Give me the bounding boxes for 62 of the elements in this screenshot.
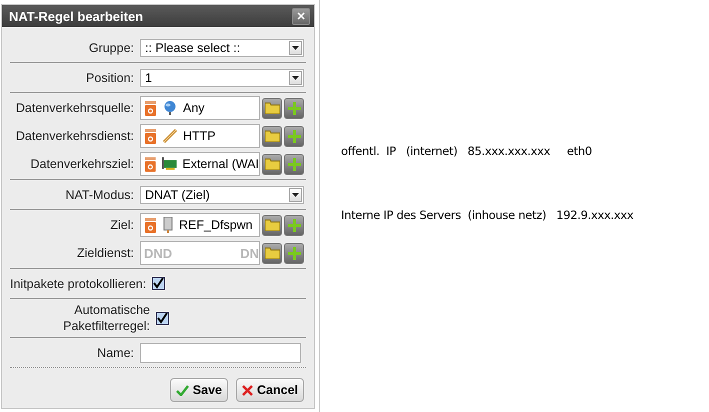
- object-field[interactable]: Any: [140, 96, 260, 120]
- field-label: Datenverkehrsdienst:: [14, 128, 135, 144]
- plus-icon: [288, 158, 300, 170]
- annotation-text: offentl. IP (internet) 85.xxx.xxx.xxx eth0: [341, 144, 593, 158]
- server-icon: [162, 217, 174, 233]
- object-name: Any: [183, 101, 205, 115]
- folder-icon: [264, 158, 280, 170]
- plus-icon: [288, 218, 300, 232]
- add-button[interactable]: [284, 214, 304, 236]
- trash-icon[interactable]: [144, 100, 157, 116]
- field-label: Zieldienst:: [76, 245, 135, 261]
- input-field[interactable]: [140, 342, 301, 362]
- add-button[interactable]: [284, 126, 304, 146]
- folder-icon: [264, 247, 280, 259]
- field-label: Datenverkehrsziel:: [29, 156, 135, 172]
- folder-icon: [264, 102, 280, 114]
- field-label: Ziel:: [109, 217, 135, 233]
- object-field[interactable]: External (WAI: [140, 152, 260, 176]
- object-field[interactable]: HTTP: [140, 124, 260, 148]
- add-button[interactable]: [284, 242, 304, 264]
- folder-button[interactable]: [262, 154, 282, 174]
- object-name: REF_Dfspwn: [179, 218, 253, 232]
- dropdown[interactable]: :: Please select ::: [140, 38, 304, 56]
- checkbox[interactable]: [156, 312, 169, 324]
- dropdown[interactable]: DNAT (Ziel): [140, 186, 304, 204]
- add-button[interactable]: [284, 98, 304, 118]
- folder-button[interactable]: [262, 242, 282, 264]
- checkbox[interactable]: [152, 277, 166, 290]
- folder-button[interactable]: [262, 126, 282, 146]
- annotation-text: Interne IP des Servers (inhouse netz) 192.9.xxx.xxx: [341, 208, 634, 222]
- field-label: Position:: [85, 70, 135, 86]
- add-button[interactable]: [284, 154, 304, 174]
- field-label: Datenverkehrsquelle:: [14, 100, 135, 116]
- object-field[interactable]: REF_Dfspwn: [140, 213, 260, 237]
- network-card-icon: [162, 157, 178, 171]
- dropdown[interactable]: 1: [140, 68, 304, 86]
- folder-icon: [264, 130, 280, 142]
- field-label: Initpakete protokollieren:: [10, 276, 148, 292]
- field-label: NAT-Modus:: [64, 186, 135, 202]
- close-button[interactable]: ✕: [292, 8, 310, 24]
- folder-button[interactable]: [262, 98, 282, 118]
- plus-icon: [288, 130, 300, 142]
- window-title: NAT-Regel bearbeiten: [9, 8, 144, 24]
- caret-icon: [289, 40, 302, 54]
- cancel-button[interactable]: Cancel: [236, 378, 304, 402]
- caret-icon: [289, 70, 302, 84]
- folder-icon: [264, 219, 280, 231]
- trash-icon[interactable]: [144, 128, 157, 144]
- check-icon: [176, 384, 189, 396]
- caret-icon: [289, 188, 302, 202]
- close-icon: [242, 384, 253, 396]
- trash-icon[interactable]: [144, 156, 157, 172]
- field-label: Automatische Paketfilterregel:: [62, 302, 151, 334]
- field-label: Gruppe:: [88, 40, 135, 56]
- trash-icon[interactable]: [144, 218, 157, 232]
- plus-icon: [288, 246, 300, 260]
- field-label: Name:: [96, 344, 135, 360]
- save-button[interactable]: Save: [170, 378, 228, 402]
- object-name: External (WAI: [182, 157, 259, 171]
- object-name: HTTP: [183, 129, 216, 143]
- plus-icon: [288, 102, 300, 114]
- folder-button[interactable]: [262, 214, 282, 236]
